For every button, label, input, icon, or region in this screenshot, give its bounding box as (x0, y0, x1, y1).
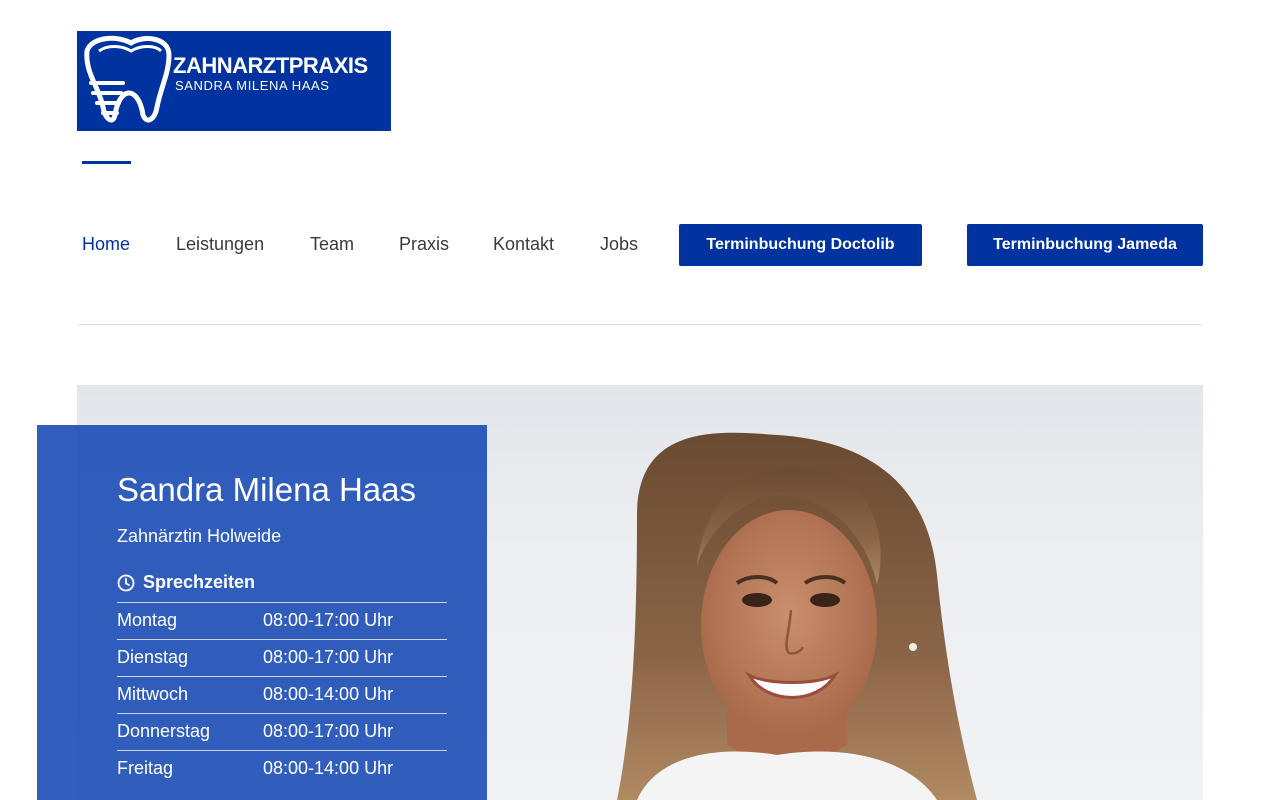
logo-title: ZAHNARZTPRAXIS (173, 53, 368, 78)
nav-item-jobs[interactable]: Jobs (600, 234, 638, 255)
site-logo[interactable]: ZAHNARZTPRAXIS SANDRA MILENA HAAS (77, 31, 391, 131)
header-divider (77, 324, 1203, 325)
tooth-implant-icon (84, 35, 172, 123)
hours-row: Freitag 08:00-14:00 Uhr (117, 751, 447, 788)
info-panel: Sandra Milena Haas Zahnärztin Holweide S… (37, 425, 487, 800)
hours-row: Dienstag 08:00-17:00 Uhr (117, 640, 447, 677)
nav-item-team[interactable]: Team (310, 234, 354, 255)
nav-item-leistungen[interactable]: Leistungen (176, 234, 264, 255)
hours-time: 08:00-17:00 Uhr (263, 610, 394, 630)
hours-time: 08:00-14:00 Uhr (263, 758, 394, 778)
opening-hours-title: Sprechzeiten (143, 572, 256, 592)
nav-active-indicator (82, 161, 131, 164)
hours-day: Freitag (117, 758, 174, 778)
dentist-name: Sandra Milena Haas (117, 471, 416, 508)
doctolib-booking-button[interactable]: Terminbuchung Doctolib (679, 224, 922, 266)
nav-item-praxis[interactable]: Praxis (399, 234, 449, 255)
hours-time: 08:00-14:00 Uhr (263, 684, 394, 704)
hours-time: 08:00-17:00 Uhr (263, 647, 394, 667)
clock-icon (117, 574, 135, 592)
nav-item-home[interactable]: Home (82, 234, 130, 255)
hours-day: Donnerstag (117, 721, 211, 741)
logo-subtitle: SANDRA MILENA HAAS (175, 78, 330, 93)
hours-day: Montag (117, 610, 178, 630)
hours-row: Mittwoch 08:00-14:00 Uhr (117, 677, 447, 714)
hours-row: Montag 08:00-17:00 Uhr (117, 603, 447, 640)
jameda-booking-button[interactable]: Terminbuchung Jameda (967, 224, 1203, 266)
hours-day: Mittwoch (117, 684, 189, 704)
opening-hours-list: Montag 08:00-17:00 Uhr Dienstag 08:00-17… (117, 603, 447, 788)
hours-row: Donnerstag 08:00-17:00 Uhr (117, 714, 447, 751)
opening-hours-header: Sprechzeiten (117, 572, 447, 603)
hours-day: Dienstag (117, 647, 189, 667)
hours-time: 08:00-17:00 Uhr (263, 721, 394, 741)
nav-item-kontakt[interactable]: Kontakt (493, 234, 554, 255)
dentist-subtitle: Zahnärztin Holweide (117, 526, 282, 546)
